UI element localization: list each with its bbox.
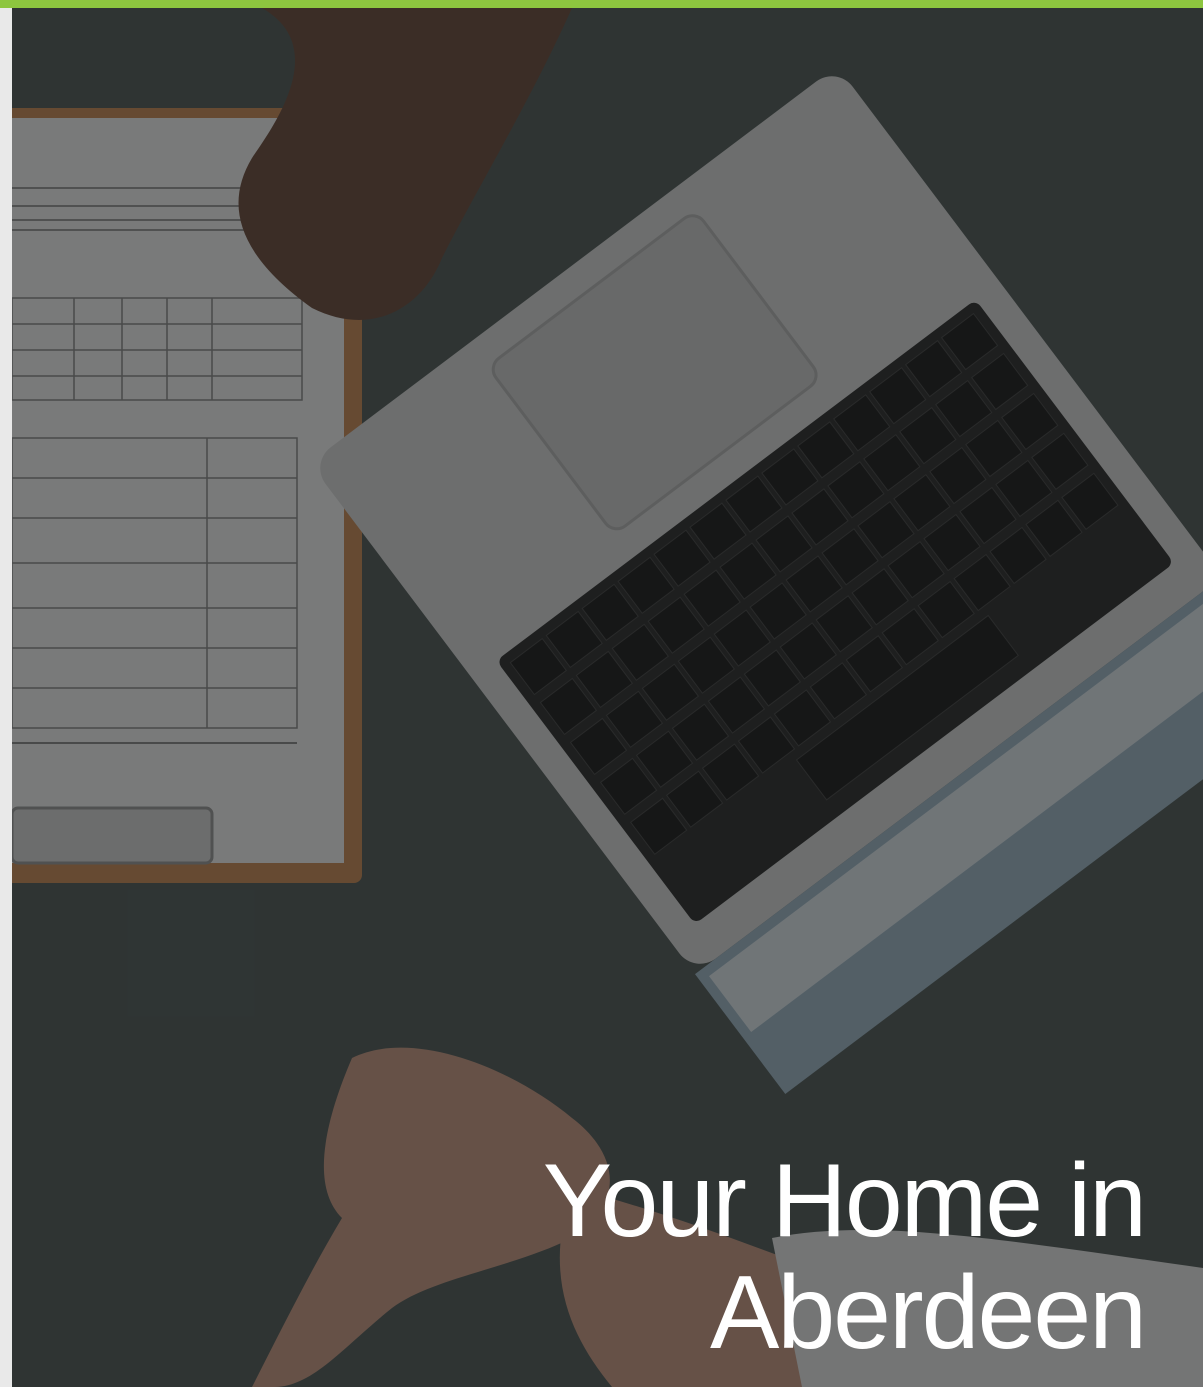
cover-page: Your Home in Aberdeen (0, 0, 1203, 1387)
page-edge (0, 8, 12, 1387)
cover-title-line-2: Aberdeen (709, 1255, 1147, 1371)
accent-bar (0, 0, 1203, 8)
cover-title: Your Home in Aberdeen (385, 1143, 1147, 1371)
cover-title-line-1: Your Home in (542, 1143, 1147, 1259)
